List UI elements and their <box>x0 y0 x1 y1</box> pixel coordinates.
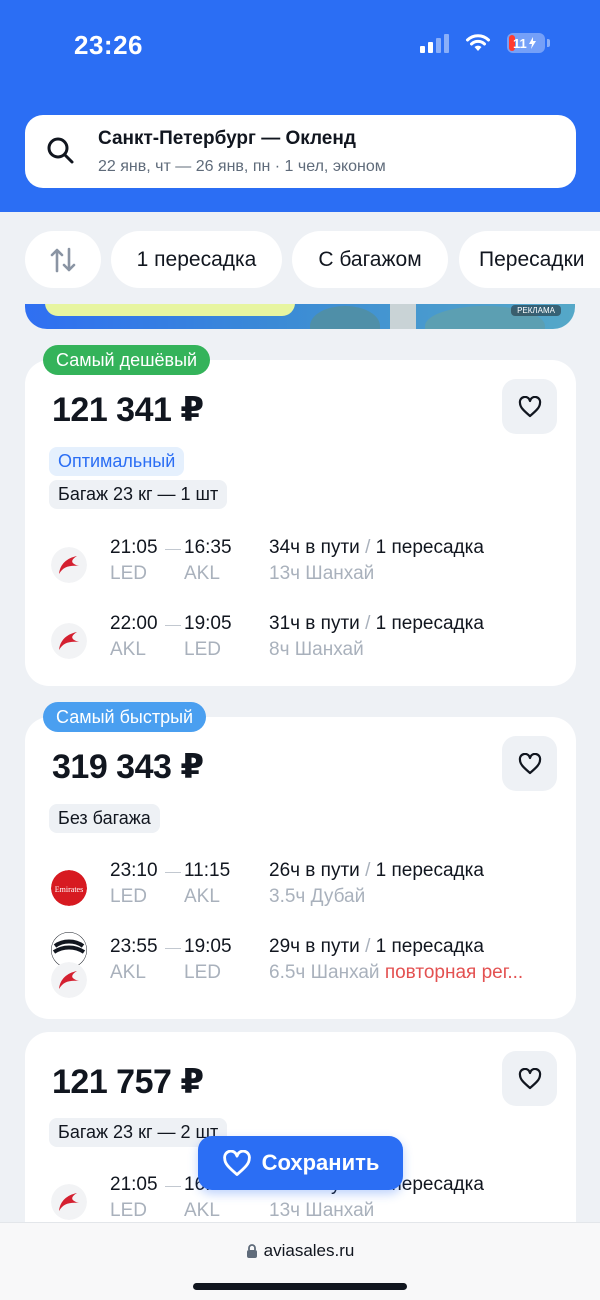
battery-icon: 11 <box>507 33 545 53</box>
lock-icon <box>246 1243 257 1258</box>
home-indicator[interactable] <box>193 1283 407 1290</box>
flight-segment: Emirates 23:10 11:15 LED AKL 26ч в пути … <box>49 860 559 912</box>
badge-no-baggage: Без багажа <box>49 804 160 833</box>
browser-bar: aviasales.ru <box>0 1222 600 1300</box>
header: 23:26 11 Санкт-Петербург — Окленд 22 янв… <box>0 0 600 212</box>
ticket-price: 121 757 ₽ <box>52 1063 204 1101</box>
flight-segment: 22:00 19:05 AKL LED 31ч в пути / 1 перес… <box>49 613 559 665</box>
emirates-logo-icon: Emirates <box>51 870 87 906</box>
airline-logo-icon <box>51 1184 87 1220</box>
favorite-button[interactable] <box>502 736 557 791</box>
status-time: 23:26 <box>74 30 143 60</box>
tag-fastest: Самый быстрый <box>43 702 207 732</box>
heart-icon <box>518 752 541 774</box>
favorite-button[interactable] <box>502 1051 557 1106</box>
save-button-label: Сохранить <box>261 1150 380 1175</box>
search-icon <box>47 137 74 164</box>
favorite-button[interactable] <box>502 379 557 434</box>
filter-one-transfer[interactable]: 1 пересадка <box>111 231 282 288</box>
tag-cheapest: Самый дешёвый <box>43 345 211 375</box>
heart-icon <box>518 395 541 417</box>
wifi-icon <box>466 34 490 51</box>
filter-with-baggage[interactable]: С багажом <box>292 231 448 288</box>
route-details: 22 янв, чт — 26 янв, пн · 1 чел, эконом <box>98 158 386 175</box>
recheckin-warning: повторная рег... <box>384 962 524 983</box>
flight-segment: 23:55 19:05 AKL LED 29ч в пути / 1 перес… <box>49 932 559 998</box>
airline-logo-icon <box>51 623 87 659</box>
airline-logo-icon <box>51 962 87 998</box>
badge-baggage: Багаж 23 кг — 1 шт <box>49 480 228 509</box>
flight-segment: 21:05 16:35 LED AKL 34ч в пути / 1 перес… <box>49 537 559 589</box>
status-icons: 11 <box>420 33 550 53</box>
battery-level: 11 <box>513 35 527 51</box>
heart-icon <box>518 1067 541 1089</box>
ticket-price: 121 341 ₽ <box>52 391 204 429</box>
ticket-card[interactable]: 319 343 ₽ Без багажа Emirates 23:10 11:1… <box>25 717 576 1019</box>
save-button[interactable]: Сохранить <box>198 1136 403 1190</box>
address-bar[interactable]: aviasales.ru <box>0 1241 600 1261</box>
ticket-card[interactable]: 121 341 ₽ Оптимальный Багаж 23 кг — 1 шт… <box>25 360 576 686</box>
url-text: aviasales.ru <box>263 1241 355 1260</box>
airline-logo-icon <box>51 547 87 583</box>
sort-button[interactable] <box>25 231 101 288</box>
badge-optimal: Оптимальный <box>49 447 185 476</box>
ticket-price: 319 343 ₽ <box>52 748 204 786</box>
cellular-signal-icon <box>420 33 449 53</box>
filter-transfers[interactable]: Пересадки <box>459 231 600 288</box>
sort-arrows-icon <box>50 247 76 272</box>
filter-chips: 1 пересадка С багажом Пересадки <box>25 231 600 288</box>
heart-icon <box>222 1149 251 1176</box>
search-summary[interactable]: Санкт-Петербург — Окленд 22 янв, чт — 26… <box>25 115 576 188</box>
route-title: Санкт-Петербург — Окленд <box>98 128 356 149</box>
ad-label: РЕКЛАМА <box>511 305 561 316</box>
ad-banner[interactable]: РЕКЛАМА <box>25 304 575 329</box>
svg-text:Emirates: Emirates <box>55 885 83 894</box>
